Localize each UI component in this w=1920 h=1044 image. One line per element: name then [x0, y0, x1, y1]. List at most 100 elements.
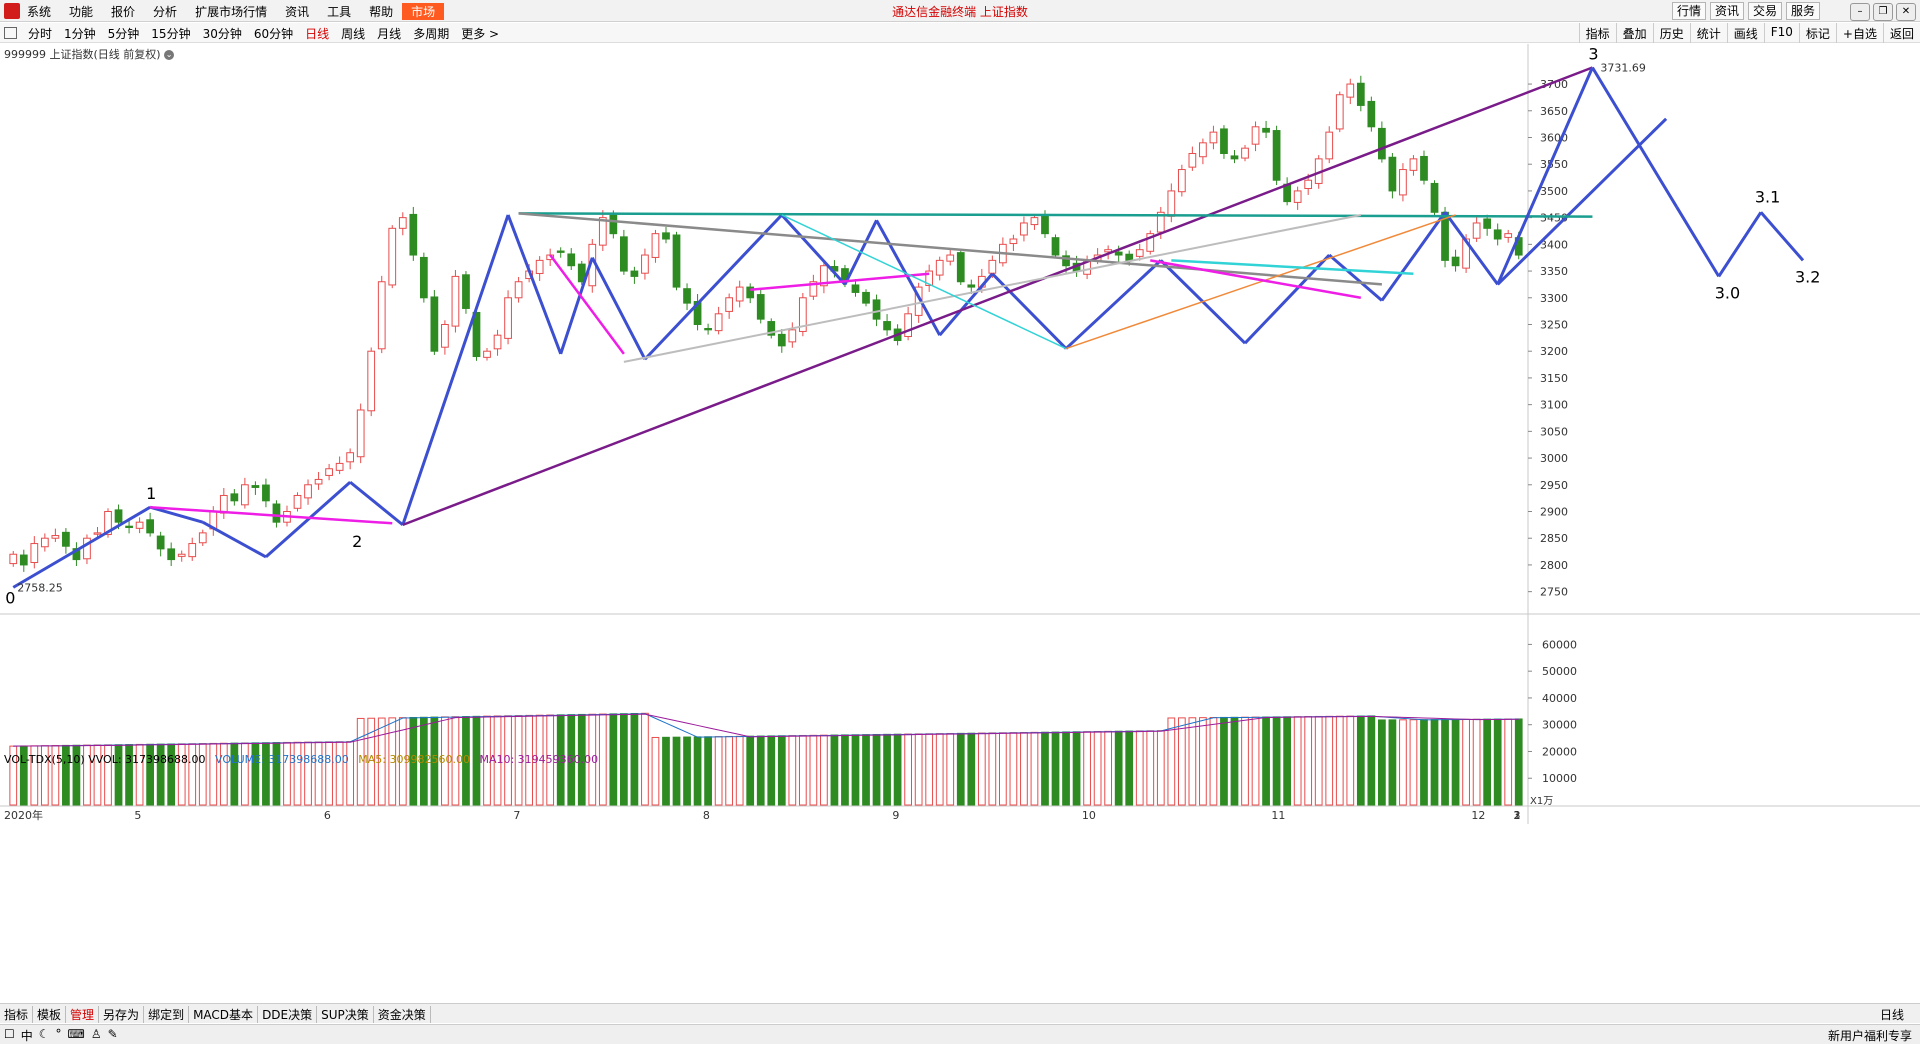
period-tab-8[interactable]: 月线: [371, 25, 407, 42]
wave-segment: [1496, 117, 1668, 286]
period-tab-3[interactable]: 15分钟: [145, 25, 196, 42]
chart-tool-0[interactable]: 指标: [1578, 23, 1616, 43]
top-right-buttons: 行情 资讯 交易 服务: [1671, 2, 1820, 20]
restore-icon[interactable]: ❐: [1873, 3, 1893, 21]
candle-body: [1167, 190, 1176, 217]
volume-bar: [620, 713, 628, 806]
candle-body: [40, 537, 49, 548]
menu-item-4[interactable]: 扩展市场行情: [186, 3, 276, 20]
chart-tool-2[interactable]: 历史: [1652, 23, 1690, 43]
chart-tool-5[interactable]: F10: [1763, 23, 1799, 43]
top-button-1[interactable]: 资讯: [1709, 2, 1744, 20]
volume-bar: [272, 742, 281, 806]
candle-body: [788, 329, 797, 343]
top-button-3[interactable]: 服务: [1785, 2, 1820, 20]
candle-body: [504, 297, 512, 339]
main-menu: 系统 功能 报价 分析 扩展市场行情 资讯 工具 帮助 市场: [18, 0, 445, 22]
candle-body: [598, 217, 607, 246]
close-icon[interactable]: ✕: [1896, 3, 1916, 21]
candle-body: [1030, 217, 1039, 226]
period-tab-2[interactable]: 5分钟: [102, 25, 146, 42]
candle-body: [714, 313, 723, 332]
status-box-icon[interactable]: ☐: [4, 1027, 15, 1044]
price-tick-label: 3500: [1540, 185, 1568, 198]
period-tab-9[interactable]: 多周期: [407, 25, 455, 42]
keyboard-icon[interactable]: ⌨: [68, 1027, 85, 1044]
volume-bar: [672, 736, 681, 806]
chart-tool-1[interactable]: 叠加: [1615, 23, 1653, 43]
candle-body: [1430, 182, 1439, 213]
chart-tool-4[interactable]: 画线: [1726, 23, 1764, 43]
menu-item-5[interactable]: 资讯: [276, 3, 318, 20]
wrench-icon[interactable]: ✎: [108, 1027, 118, 1044]
volume-indicator-name[interactable]: VOL-TDX(5,10): [4, 753, 85, 766]
candle-body: [62, 531, 70, 547]
period-tab-7[interactable]: 周线: [335, 25, 371, 42]
period-tab-5[interactable]: 60分钟: [248, 25, 299, 42]
chart-tool-6[interactable]: 标记: [1798, 23, 1836, 43]
menu-item-0[interactable]: 系统: [18, 3, 60, 20]
menu-item-1[interactable]: 功能: [60, 3, 102, 20]
bottom-tab-6[interactable]: DDE决策: [258, 1006, 318, 1023]
minimize-icon[interactable]: –: [1850, 3, 1870, 21]
month-label: 6: [324, 809, 331, 822]
chart-dropdown-icon[interactable]: ⌄: [164, 50, 175, 60]
candle-body: [651, 233, 660, 258]
period-tab-4[interactable]: 30分钟: [197, 25, 248, 42]
menu-bar: 系统 功能 报价 分析 扩展市场行情 资讯 工具 帮助 市场 通达信金融终端 上证指数 行情 资讯…: [0, 0, 1920, 22]
dot-icon[interactable]: °: [56, 1027, 62, 1044]
top-button-2[interactable]: 交易: [1747, 2, 1782, 20]
bottom-tab-3[interactable]: 另存为: [99, 1006, 145, 1023]
menu-item-market[interactable]: 市场: [402, 2, 445, 20]
volume-bar: [1146, 730, 1155, 806]
menu-item-7[interactable]: 帮助: [360, 3, 402, 20]
chart-tool-8[interactable]: 返回: [1882, 23, 1920, 43]
candle-body: [514, 281, 523, 299]
candle-body: [9, 553, 18, 565]
bottom-tab-7[interactable]: SUP决策: [317, 1006, 374, 1023]
menu-item-2[interactable]: 报价: [102, 3, 144, 20]
volume-bar: [1104, 730, 1113, 806]
period-tab-10[interactable]: 更多 >: [455, 25, 505, 42]
candle-body: [1020, 222, 1028, 236]
candle-body: [641, 254, 649, 274]
candle-body: [177, 553, 186, 557]
menu-item-6[interactable]: 工具: [318, 3, 360, 20]
chart-tool-7[interactable]: +自选: [1835, 23, 1883, 43]
price-tick-label: 3300: [1540, 292, 1568, 305]
panel-toggle-icon[interactable]: [4, 27, 17, 39]
candle-body: [1483, 218, 1492, 229]
status-lang-icon[interactable]: 中: [21, 1027, 33, 1044]
bottom-tab-0[interactable]: 指标: [0, 1006, 34, 1023]
candle-body: [704, 328, 712, 331]
month-label: 11: [1271, 809, 1285, 822]
promo-text[interactable]: 新用户福利专享: [1828, 1027, 1912, 1044]
volume-bar: [820, 734, 828, 806]
bottom-tab-8[interactable]: 资金决策: [374, 1006, 431, 1023]
candle-body: [1388, 156, 1397, 192]
bottom-tab-4[interactable]: 绑定到: [144, 1006, 190, 1023]
chart-tool-3[interactable]: 统计: [1689, 23, 1727, 43]
candle-body: [241, 484, 249, 506]
period-tab-0[interactable]: 分时: [22, 25, 58, 42]
candle-body: [956, 252, 965, 283]
menu-item-3[interactable]: 分析: [144, 3, 186, 20]
candle-body: [1420, 155, 1428, 181]
price-tick-label: 2900: [1540, 505, 1568, 518]
bottom-tab-2[interactable]: 管理: [66, 1006, 100, 1023]
candle-body: [135, 521, 144, 529]
bottom-tab-5[interactable]: MACD基本: [189, 1006, 259, 1023]
period-tab-6[interactable]: 日线: [299, 25, 335, 42]
kline-chart[interactable]: 3700365036003550350034503400335033003250…: [0, 44, 1920, 1002]
candle-body: [430, 296, 439, 352]
top-button-0[interactable]: 行情: [1671, 2, 1706, 20]
volume-bar: [967, 732, 976, 806]
period-tab-1[interactable]: 1分钟: [58, 25, 102, 42]
user-icon[interactable]: ♙: [91, 1027, 102, 1044]
candle-body: [1367, 100, 1376, 128]
candle-body: [735, 286, 744, 302]
bottom-tab-1[interactable]: 模板: [33, 1006, 67, 1023]
magenta-line: [750, 272, 930, 292]
moon-icon[interactable]: ☾: [39, 1027, 50, 1044]
volume-bar: [1399, 719, 1407, 806]
